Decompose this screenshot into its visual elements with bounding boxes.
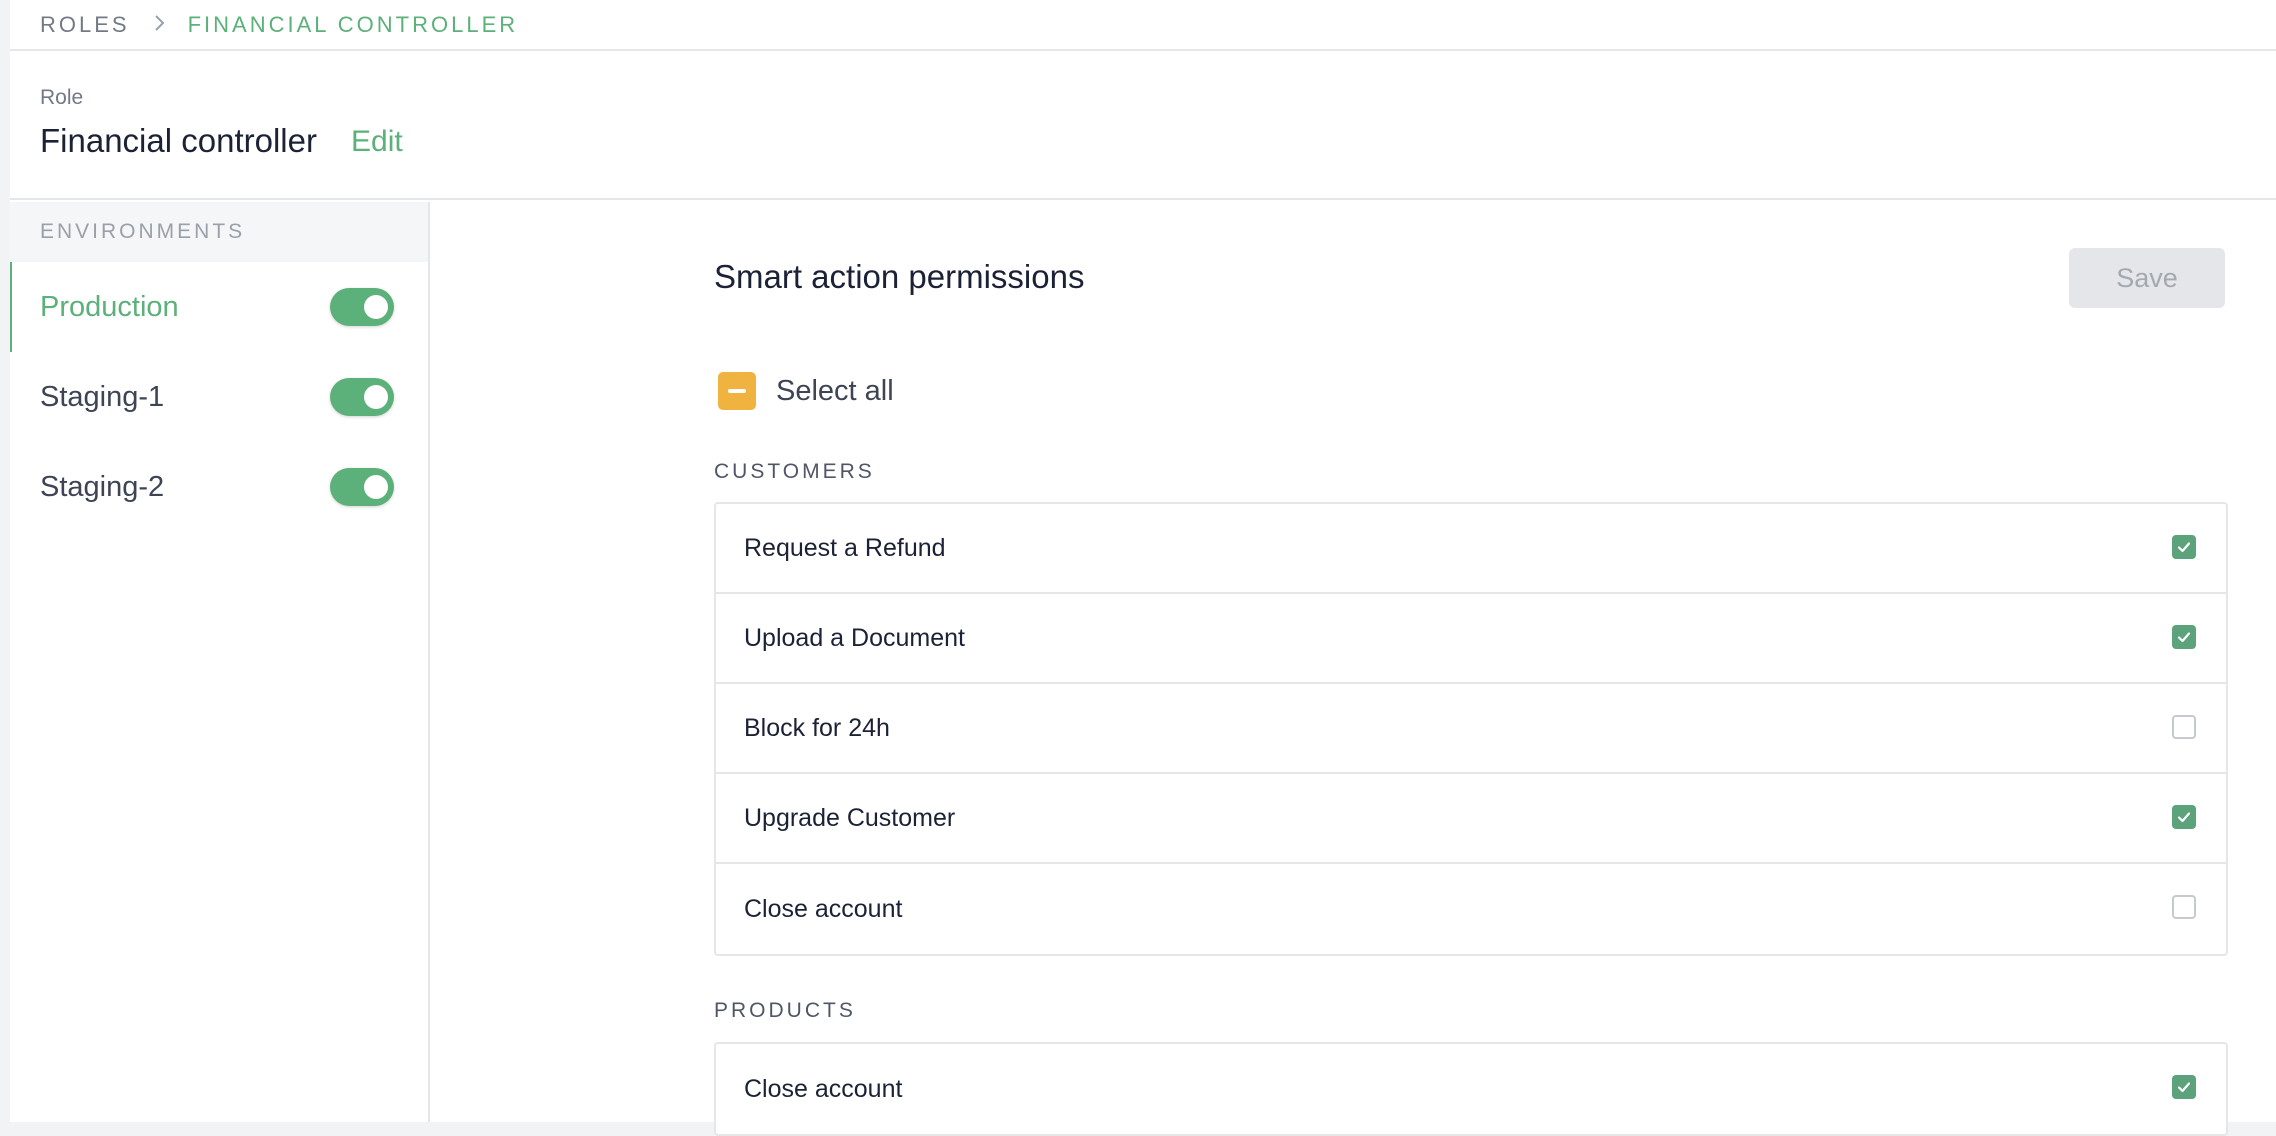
action-row: Close account <box>716 1044 2226 1134</box>
environment-label: Staging-1 <box>40 380 165 413</box>
toggle-knob <box>364 385 388 409</box>
checkmark-icon <box>2177 632 2191 643</box>
action-checkbox[interactable] <box>2172 895 2196 919</box>
checkmark-icon <box>2177 812 2191 823</box>
sidebar-heading: ENVIRONMENTS <box>10 202 428 262</box>
environment-item-staging-1[interactable]: Staging-1 <box>10 352 428 442</box>
environment-toggle-production[interactable] <box>330 288 394 326</box>
checkmark-icon <box>2177 1082 2191 1093</box>
action-row: Upgrade Customer <box>716 774 2226 864</box>
panel-title: Smart action permissions <box>714 258 1085 295</box>
role-header: Role Financial controller Edit <box>10 53 2276 200</box>
action-checkbox[interactable] <box>2172 715 2196 739</box>
toggle-knob <box>364 475 388 499</box>
action-checkbox[interactable] <box>2172 535 2196 559</box>
action-label: Block for 24h <box>744 713 890 742</box>
chevron-right-icon <box>154 12 166 38</box>
role-name: Financial controller <box>40 122 317 159</box>
action-label: Close account <box>744 894 903 923</box>
breadcrumb-current: FINANCIAL CONTROLLER <box>187 11 519 37</box>
environment-toggle-staging-1[interactable] <box>330 378 394 416</box>
breadcrumb: ROLES FINANCIAL CONTROLLER <box>10 0 2276 51</box>
save-button[interactable]: Save <box>2069 248 2225 308</box>
minus-icon <box>728 389 746 393</box>
action-checkbox[interactable] <box>2172 625 2196 649</box>
action-label: Upgrade Customer <box>744 803 956 832</box>
environment-toggle-staging-2[interactable] <box>330 468 394 506</box>
action-row: Request a Refund <box>716 504 2226 594</box>
group-list-customers: Request a Refund Upload a Document Block… <box>714 502 2228 956</box>
group-title-products: PRODUCTS <box>714 999 856 1022</box>
action-row: Block for 24h <box>716 684 2226 774</box>
breadcrumb-roles-link[interactable]: ROLES <box>40 12 130 38</box>
action-row: Close account <box>716 864 2226 954</box>
action-checkbox[interactable] <box>2172 1075 2196 1099</box>
edit-role-link[interactable]: Edit <box>351 125 403 159</box>
role-caption: Role <box>40 86 84 109</box>
checkmark-icon <box>2177 542 2191 553</box>
environment-label: Staging-2 <box>40 470 165 503</box>
environment-item-staging-2[interactable]: Staging-2 <box>10 442 428 532</box>
action-label: Request a Refund <box>744 533 946 562</box>
environment-label: Production <box>40 290 179 323</box>
select-all-label: Select all <box>776 374 894 407</box>
permissions-panel: Smart action permissions Save Select all… <box>430 202 2276 1136</box>
action-checkbox[interactable] <box>2172 805 2196 829</box>
app-window: ROLES FINANCIAL CONTROLLER Role Financia… <box>10 0 2276 1136</box>
action-row: Upload a Document <box>716 594 2226 684</box>
toggle-knob <box>364 295 388 319</box>
environment-item-production[interactable]: Production <box>10 262 428 352</box>
action-label: Close account <box>744 1074 903 1103</box>
select-all-checkbox[interactable] <box>718 372 756 410</box>
environments-sidebar: ENVIRONMENTS Production Staging-1 Stagin… <box>10 202 430 1122</box>
group-title-customers: CUSTOMERS <box>714 460 875 483</box>
action-label: Upload a Document <box>744 623 965 652</box>
select-all-control[interactable]: Select all <box>718 372 894 410</box>
